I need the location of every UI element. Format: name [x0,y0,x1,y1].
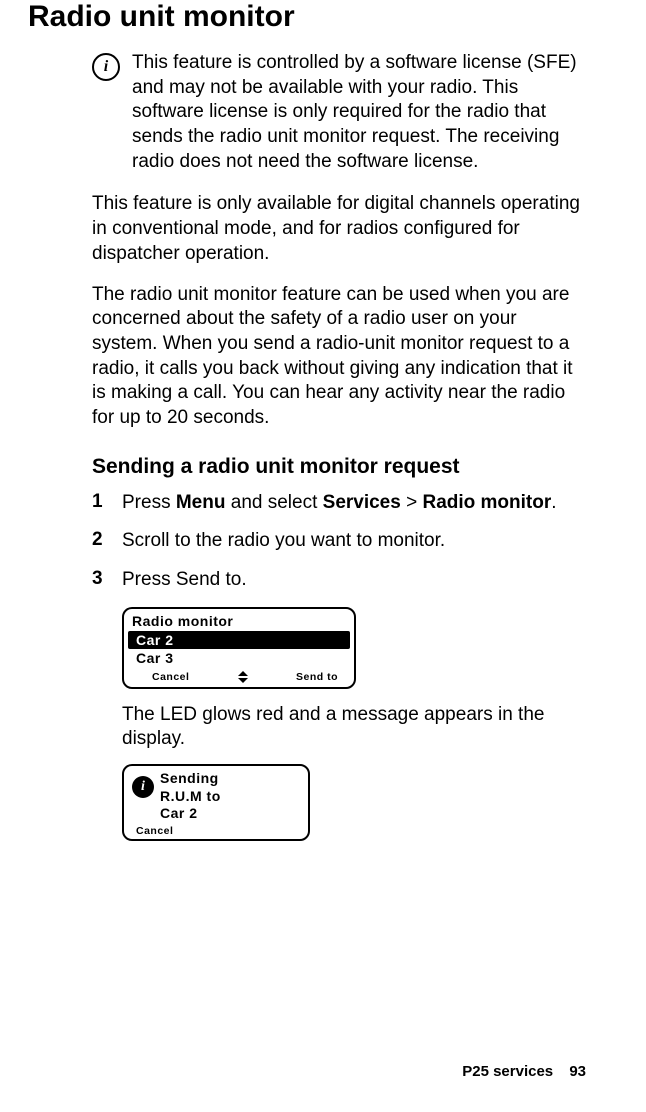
step-3: 3 Press Send to. [92,568,586,593]
availability-paragraph: This feature is only available for digit… [92,192,586,266]
softkey-cancel[interactable]: Cancel [152,671,189,683]
list-item[interactable]: Car 3 [128,649,350,667]
step-1: 1 Press Menu and select Services > Radio… [92,491,586,516]
footer-page-number: 93 [569,1063,586,1080]
page-title: Radio unit monitor [28,0,586,33]
step-text: Press Send to. [122,568,247,593]
scroll-arrows-icon[interactable] [238,671,248,683]
step-number: 3 [92,568,122,593]
sending-line-2: R.U.M to [160,788,302,806]
step-number: 2 [92,529,122,554]
step-2: 2 Scroll to the radio you want to monito… [92,529,586,554]
softkey-send-to[interactable]: Send to [296,671,338,683]
softkey-cancel[interactable]: Cancel [130,825,302,837]
step-text: Press Menu and select Services > Radio m… [122,491,557,516]
license-note-block: i This feature is controlled by a softwa… [92,51,586,174]
sending-line-3: Car 2 [160,805,302,823]
procedure-heading: Sending a radio unit monitor request [92,455,586,479]
list-item-selected[interactable]: Car 2 [128,631,350,649]
sending-line-1: Sending [160,770,302,788]
page-footer: P25 services 93 [462,1063,586,1080]
sending-screen: i Sending R.U.M to Car 2 Cancel [122,764,310,841]
description-paragraph: The radio unit monitor feature can be us… [92,283,586,431]
license-note-text: This feature is controlled by a software… [132,51,586,174]
info-icon: i [92,53,120,81]
radio-monitor-screen: Radio monitor Car 2 Car 3 Cancel Send to [122,607,356,689]
screen-title: Radio monitor [124,613,354,631]
footer-section: P25 services [462,1063,553,1080]
led-message-paragraph: The LED glows red and a message appears … [122,703,586,752]
step-text: Scroll to the radio you want to monitor. [122,529,445,554]
softkey-row: Cancel Send to [124,669,354,685]
info-icon: i [124,770,160,798]
step-number: 1 [92,491,122,516]
